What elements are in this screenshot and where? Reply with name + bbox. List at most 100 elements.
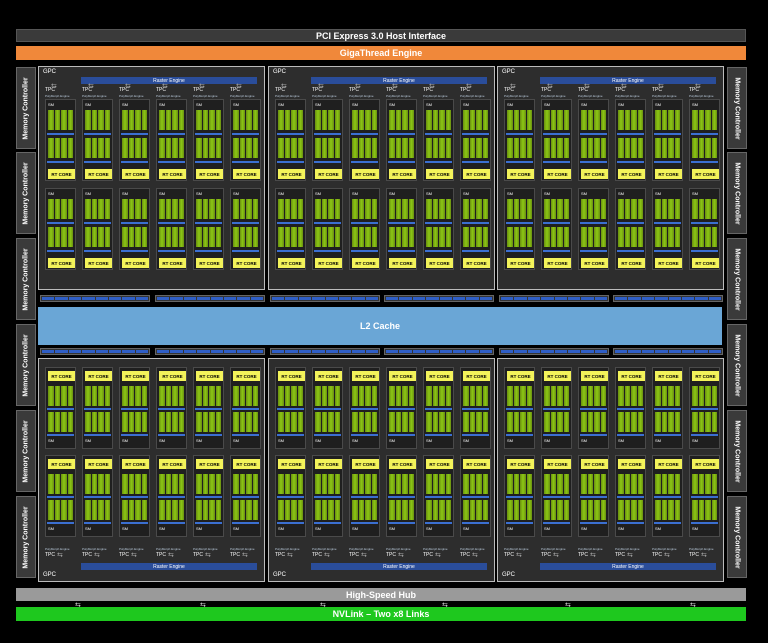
arrow-icon: ⇆	[516, 552, 522, 559]
memory-cell	[681, 350, 695, 353]
cuda-cores	[581, 500, 606, 520]
memory-cell	[312, 350, 325, 353]
sm-stripe	[158, 408, 185, 410]
memory-cell	[68, 297, 82, 300]
core-cell	[698, 412, 704, 432]
memory-strip	[613, 348, 723, 355]
sm-label: SM	[352, 438, 358, 443]
tpc-label: TPC	[541, 552, 551, 558]
rt-core: RT CORE	[426, 169, 453, 179]
sm-block: SM RT CORE	[689, 367, 720, 449]
core-cell	[624, 227, 630, 247]
core-cell	[563, 199, 569, 219]
arrow-icon: ⇆	[361, 552, 367, 559]
tpc-label: TPC	[119, 87, 129, 93]
cuda-cores	[507, 474, 532, 494]
cuda-cores	[655, 199, 680, 219]
core-cell	[445, 138, 451, 158]
core-cell	[692, 474, 698, 494]
core-cell	[141, 138, 147, 158]
rt-core: RT CORE	[389, 169, 416, 179]
core-cell	[128, 110, 134, 130]
core-cell	[202, 500, 208, 520]
core-cell	[297, 412, 303, 432]
memory-cell	[55, 297, 68, 300]
cuda-cores	[159, 138, 184, 158]
gpc-block: GPC Raster Engine ⇆ TPC PolyMorph Engine ⇆ TPC…	[268, 66, 495, 290]
gpc-block: GPC Raster Engine ⇆ TPC PolyMorph Engine ⇆ TPC…	[497, 66, 724, 290]
core-cell	[239, 227, 245, 247]
core-cell	[215, 110, 221, 130]
gpc-label: GPC	[273, 572, 287, 578]
core-cell	[482, 110, 488, 130]
core-cell	[432, 227, 438, 247]
sm-block: SM RT CORE	[349, 455, 380, 537]
sm-stripe	[121, 250, 148, 252]
core-cell	[278, 500, 284, 520]
tpc-label: TPC	[82, 87, 92, 93]
core-cell	[334, 227, 340, 247]
core-cell	[239, 110, 245, 130]
sm-stripe	[425, 161, 452, 163]
cuda-cores	[315, 138, 340, 158]
core-cell	[371, 110, 377, 130]
core-cell	[297, 227, 303, 247]
gpc-block: SM RT CORE SM RT CORE SM RT CORE SM RT CORE SM RT…	[497, 358, 724, 582]
sm-block: SM RT CORE	[193, 367, 224, 449]
core-cell	[402, 500, 408, 520]
cuda-cores	[85, 386, 110, 406]
rt-core: RT CORE	[655, 459, 682, 469]
high-speed-hub: High-Speed Hub	[16, 588, 746, 601]
core-cell	[594, 412, 600, 432]
core-cell	[507, 474, 513, 494]
core-cell	[631, 474, 637, 494]
rt-core: RT CORE	[581, 371, 608, 381]
rt-core: RT CORE	[196, 258, 223, 268]
cuda-cores	[122, 474, 147, 494]
core-cell	[196, 110, 202, 130]
core-cell	[202, 199, 208, 219]
sm-label: SM	[618, 526, 624, 531]
core-cell	[172, 474, 178, 494]
core-cell	[395, 227, 401, 247]
sm-stripe	[158, 434, 185, 436]
rt-core: RT CORE	[618, 459, 645, 469]
memory-cell	[223, 350, 237, 353]
core-cell	[291, 412, 297, 432]
sm-stripe	[388, 434, 415, 436]
core-cell	[389, 138, 395, 158]
core-cell	[587, 500, 593, 520]
sm-block: SM RT CORE	[386, 99, 417, 181]
tpc-label: TPC	[386, 552, 396, 558]
sm-stripe	[691, 222, 718, 224]
core-cell	[239, 138, 245, 158]
sm-label: SM	[48, 102, 54, 107]
memory-cell	[668, 350, 681, 353]
sm-stripe	[195, 522, 222, 524]
sm-label: SM	[196, 102, 202, 107]
core-cell	[594, 386, 600, 406]
memory-cell	[135, 350, 148, 353]
core-cell	[624, 412, 630, 432]
core-cell	[692, 227, 698, 247]
memory-strip	[155, 295, 265, 302]
sm-block: SM RT CORE	[652, 455, 683, 537]
core-cell	[209, 110, 215, 130]
core-cell	[476, 500, 482, 520]
sm-stripe	[121, 434, 148, 436]
core-cell	[297, 474, 303, 494]
cuda-cores	[278, 110, 303, 130]
core-cell	[209, 227, 215, 247]
core-cell	[395, 138, 401, 158]
core-cell	[365, 110, 371, 130]
sm-label: SM	[233, 191, 239, 196]
core-cell	[141, 199, 147, 219]
arrow-icon: ⇆	[205, 552, 211, 559]
core-cell	[402, 199, 408, 219]
core-cell	[600, 386, 606, 406]
cuda-cores	[426, 110, 451, 130]
memory-controller-label: Memory Controller	[733, 505, 741, 569]
sm-stripe	[158, 133, 185, 135]
core-cell	[67, 110, 73, 130]
core-cell	[202, 412, 208, 432]
